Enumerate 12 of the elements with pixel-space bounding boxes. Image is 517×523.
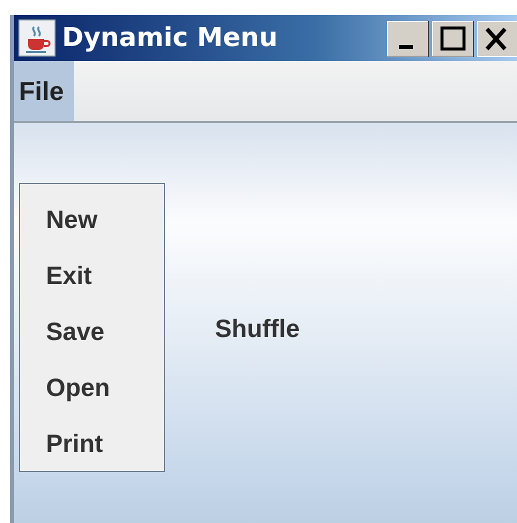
shuffle-label: Shuffle [215,315,300,344]
minimize-icon[interactable] [387,21,429,57]
menu-title[interactable]: File [14,61,74,121]
menu-item[interactable]: Save [20,312,164,368]
coffee-cup-icon [18,19,56,57]
menu-item[interactable]: Exit [20,256,164,312]
close-icon[interactable] [477,21,517,57]
menu-item[interactable]: Open [20,368,164,424]
menu-item[interactable]: Print [20,424,164,480]
window-title: Dynamic Menu [62,23,278,53]
menu-item[interactable]: New [20,200,164,256]
maximize-icon[interactable] [432,21,474,57]
